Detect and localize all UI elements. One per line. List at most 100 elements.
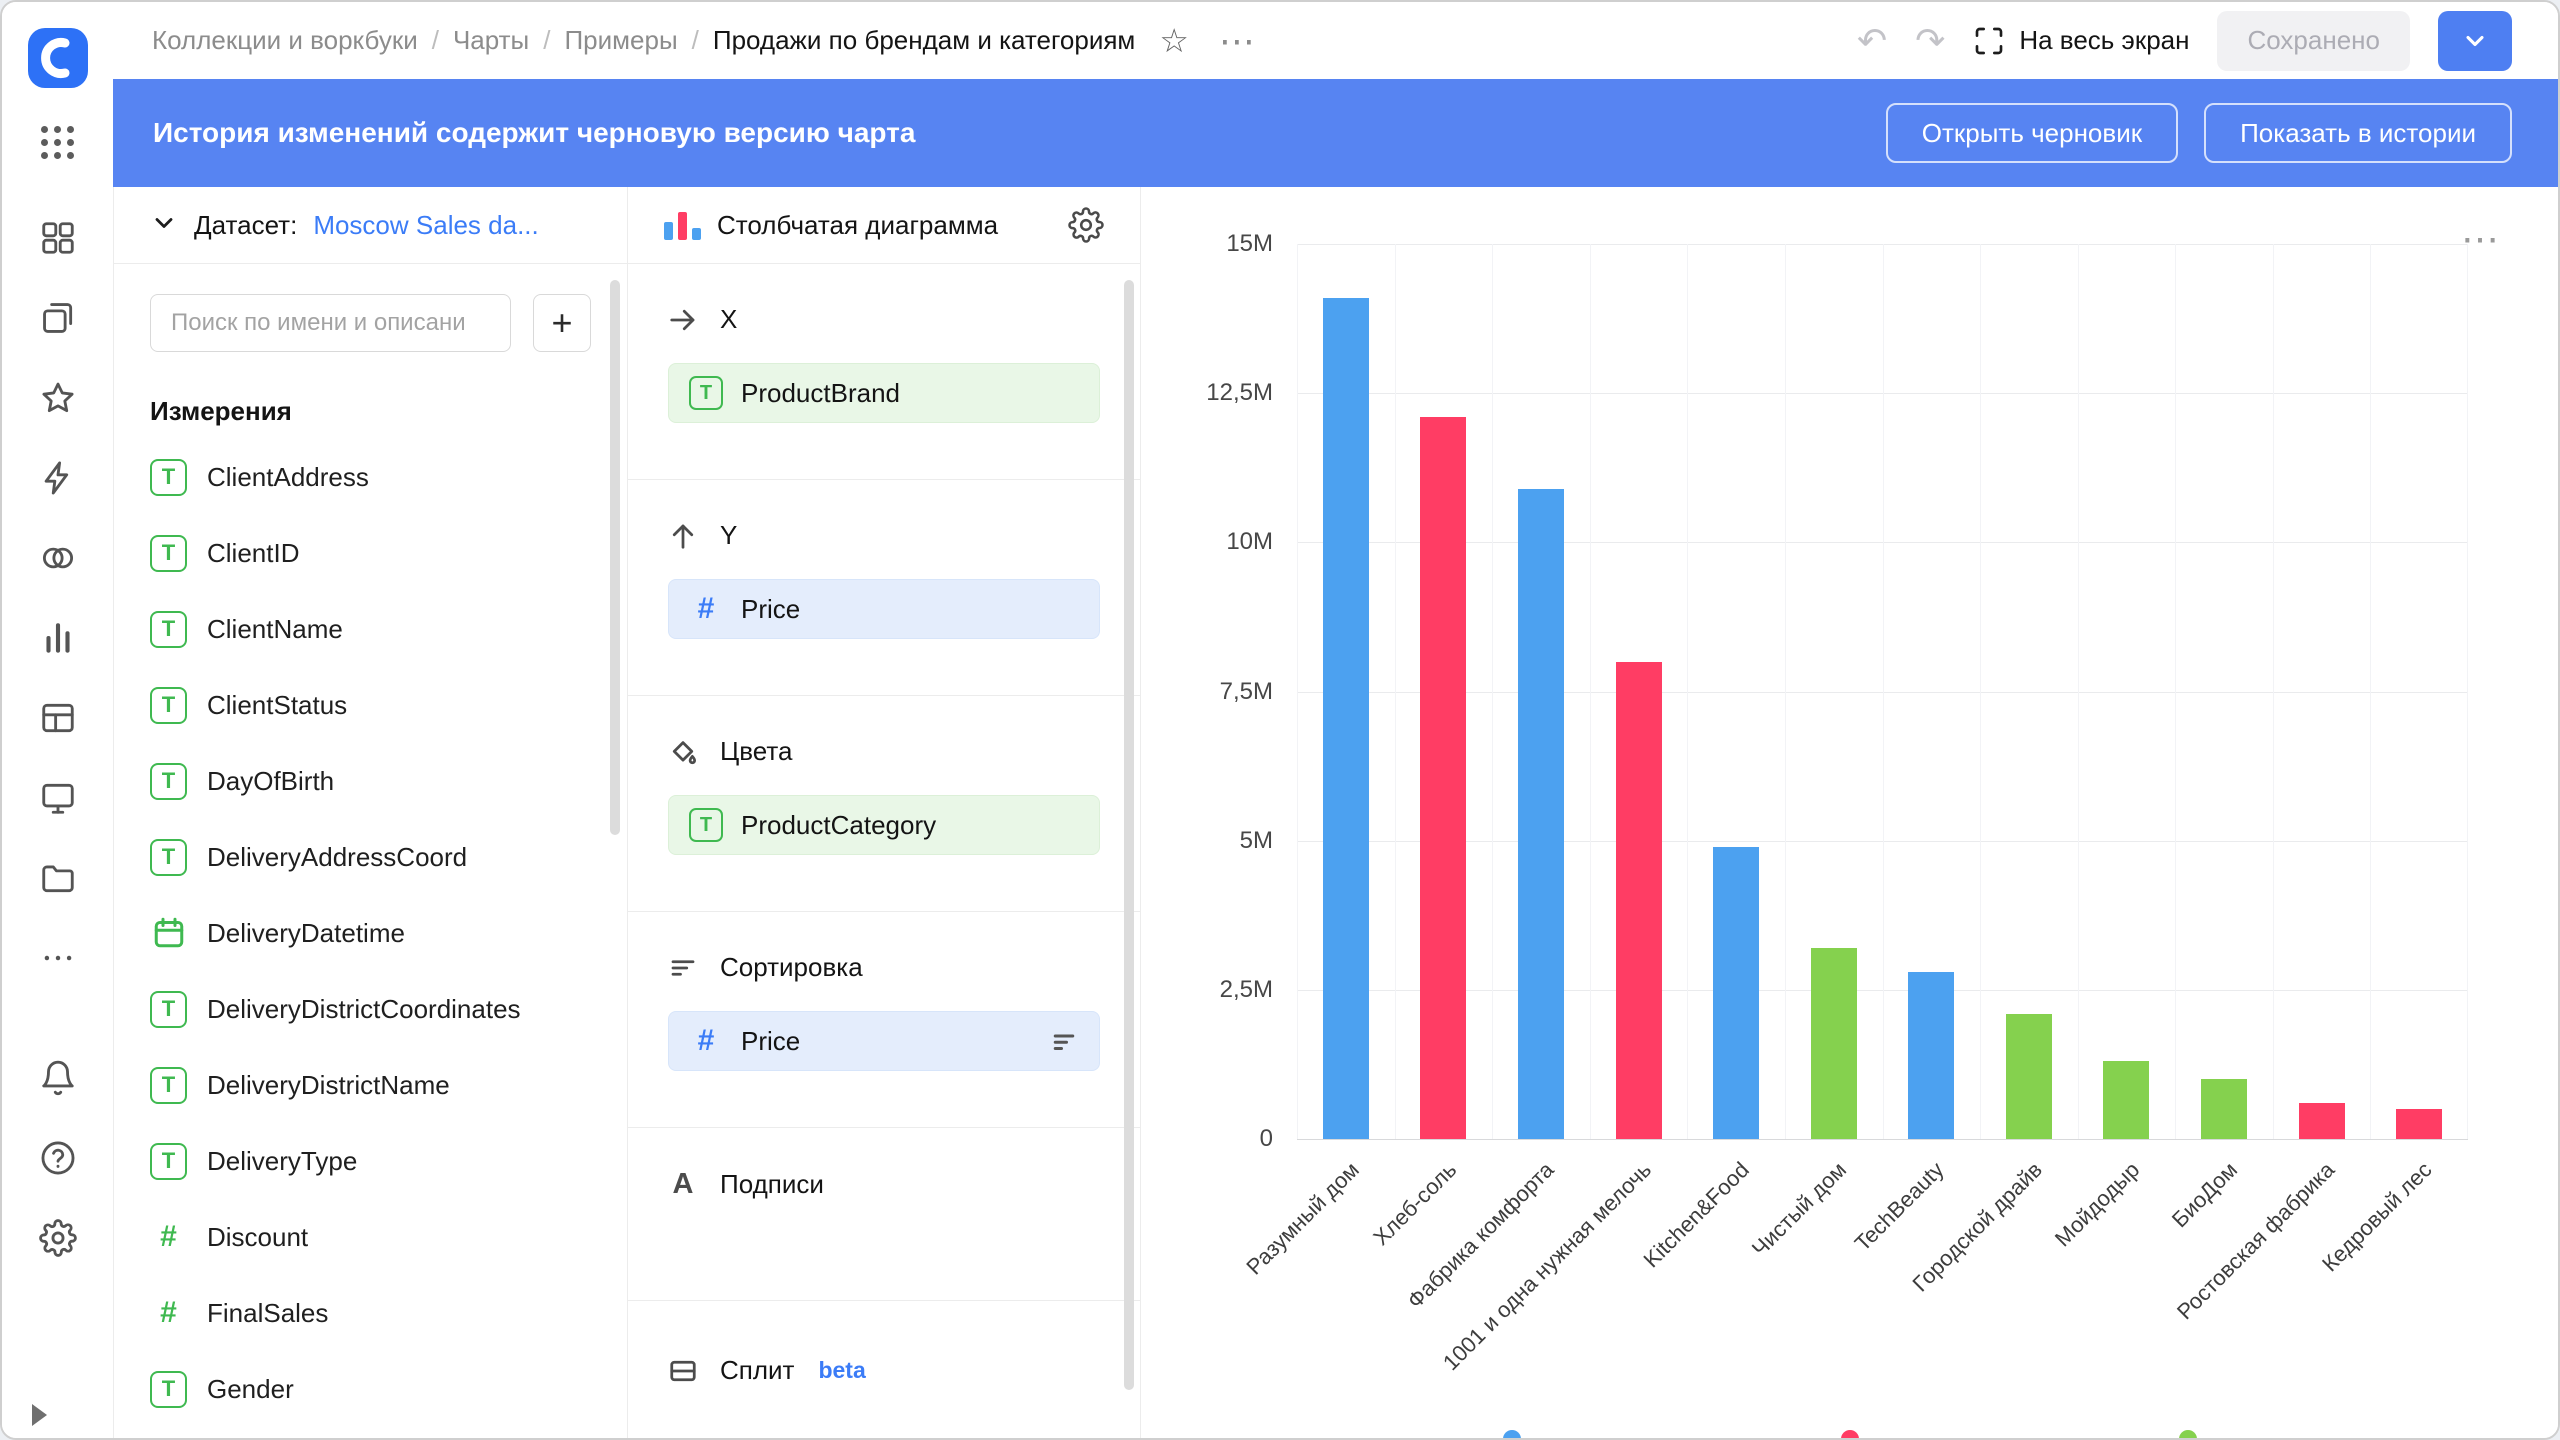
legend-dot[interactable] <box>1841 1430 1859 1438</box>
field-DeliveryAddressCoord[interactable]: TDeliveryAddressCoord <box>150 819 591 895</box>
field-DeliveryType[interactable]: TDeliveryType <box>150 1123 591 1199</box>
datalens-logo[interactable] <box>28 28 88 88</box>
field-ClientID[interactable]: TClientID <box>150 515 591 591</box>
date-type-icon <box>150 915 187 952</box>
breadcrumb-examples[interactable]: Примеры <box>564 25 677 56</box>
x-axis-label: Чистый дом <box>1747 1157 1852 1262</box>
dataset-collapse-chevron-icon[interactable] <box>150 209 178 242</box>
split-section-header: Сплит beta <box>668 1355 1100 1386</box>
bar-1001 и одна нужная мелочь[interactable] <box>1616 662 1662 1139</box>
notifications-icon[interactable] <box>39 1059 77 1097</box>
redo-icon[interactable]: ↷ <box>1915 23 1945 59</box>
connections-icon[interactable] <box>39 539 77 577</box>
number-type-icon: # <box>689 1024 723 1058</box>
field-name: DeliveryAddressCoord <box>207 842 467 873</box>
bar-Чистый дом[interactable] <box>1811 948 1857 1139</box>
sort-direction-icon[interactable] <box>1049 1026 1079 1056</box>
field-ClientStatus[interactable]: TClientStatus <box>150 667 591 743</box>
colors-field-chip[interactable]: T ProductCategory <box>668 795 1100 855</box>
text-type-icon: T <box>150 1371 187 1408</box>
favorite-star-icon[interactable]: ☆ <box>1159 24 1189 57</box>
bar-Хлеб-соль[interactable] <box>1420 417 1466 1139</box>
dataset-panel: Датасет: Moscow Sales da... + Измерения … <box>113 187 628 1438</box>
field-ClientAddress[interactable]: TClientAddress <box>150 439 591 515</box>
split-section: Сплит beta <box>628 1301 1140 1438</box>
field-search-input[interactable] <box>150 294 511 352</box>
field-DeliveryDatetime[interactable]: DeliveryDatetime <box>150 895 591 971</box>
help-icon[interactable] <box>39 1139 77 1177</box>
field-DayOfBirth[interactable]: TDayOfBirth <box>150 743 591 819</box>
bar-Городской драйв[interactable] <box>2006 1014 2052 1139</box>
legend-dot[interactable] <box>1503 1430 1521 1438</box>
files-icon[interactable] <box>39 859 77 897</box>
sort-icon <box>668 953 698 983</box>
sort-label: Сортировка <box>720 952 863 983</box>
dataset-panel-scrollbar[interactable] <box>610 280 620 835</box>
bar-Кедровый лес[interactable] <box>2396 1109 2442 1139</box>
labels-section-header: A Подписи <box>668 1168 1100 1201</box>
v-gridline <box>2078 244 2079 1139</box>
save-dropdown-button[interactable] <box>2438 11 2512 71</box>
colors-section: Цвета T ProductCategory <box>628 696 1140 911</box>
breadcrumb-charts[interactable]: Чарты <box>453 25 529 56</box>
dataset-name-link[interactable]: Moscow Sales da... <box>313 210 538 241</box>
field-name: ClientAddress <box>207 462 369 493</box>
breadcrumb-collections[interactable]: Коллекции и воркбуки <box>152 25 418 56</box>
open-draft-button[interactable]: Открыть черновик <box>1886 103 2178 163</box>
add-field-button[interactable]: + <box>533 294 591 352</box>
bar-БиоДом[interactable] <box>2201 1079 2247 1139</box>
collections-icon[interactable] <box>39 219 77 257</box>
datasets-icon[interactable] <box>39 699 77 737</box>
field-search-row: + <box>150 294 591 352</box>
dataset-panel-body: + Измерения TClientAddressTClientIDTClie… <box>114 264 627 1427</box>
bar-Разумный дом[interactable] <box>1323 298 1369 1139</box>
field-FinalSales[interactable]: # FinalSales <box>150 1275 591 1351</box>
chart-legend <box>1141 1430 2558 1438</box>
sidebar <box>2 2 113 1438</box>
bar-Фабрика комфорта[interactable] <box>1518 489 1564 1139</box>
more-actions-icon[interactable]: ⋯ <box>1219 23 1255 59</box>
charts-icon[interactable] <box>39 619 77 657</box>
field-name: DayOfBirth <box>207 766 334 797</box>
chevron-down-icon <box>2461 27 2489 55</box>
dimension-field-list: TClientAddressTClientIDTClientNameTClien… <box>150 439 591 1427</box>
x-field-chip[interactable]: T ProductBrand <box>668 363 1100 423</box>
bar-Ростовская фабрика[interactable] <box>2299 1103 2345 1139</box>
bar-TechBeauty[interactable] <box>1908 972 1954 1139</box>
y-tick-label: 15M <box>1226 230 1273 258</box>
field-ClientName[interactable]: TClientName <box>150 591 591 667</box>
editor-icon[interactable] <box>39 459 77 497</box>
number-type-icon: # <box>150 1295 187 1332</box>
chart-type-label[interactable]: Столбчатая диаграмма <box>717 210 998 241</box>
sidebar-expand-icon[interactable] <box>32 1404 47 1426</box>
more-nav-icon[interactable] <box>39 939 77 977</box>
apps-menu-icon[interactable] <box>41 126 74 159</box>
y-field-chip[interactable]: # Price <box>668 579 1100 639</box>
x-axis-label: БиоДом <box>2166 1157 2242 1233</box>
field-Gender[interactable]: TGender <box>150 1351 591 1427</box>
column-chart-type-icon[interactable] <box>664 210 701 240</box>
favorites-icon[interactable] <box>39 379 77 417</box>
draft-banner: История изменений содержит черновую верс… <box>113 79 2558 187</box>
workbooks-icon[interactable] <box>39 299 77 337</box>
field-Discount[interactable]: #Discount <box>150 1199 591 1275</box>
chart-settings-gear-icon[interactable] <box>1068 207 1104 243</box>
bar-Kitchen&Food[interactable] <box>1713 847 1759 1139</box>
settings-icon[interactable] <box>39 1219 77 1257</box>
field-name: FinalSales <box>207 1298 328 1329</box>
chart-preview-panel: ⋯ 15M12,5M10M7,5M5M2,5M0 Разумный домХле… <box>1141 187 2558 1438</box>
undo-icon[interactable]: ↶ <box>1857 23 1887 59</box>
field-DeliveryDistrictName[interactable]: TDeliveryDistrictName <box>150 1047 591 1123</box>
settings-panel-scrollbar[interactable] <box>1124 280 1134 1390</box>
sort-field-chip[interactable]: # Price <box>668 1011 1100 1071</box>
text-type-icon: T <box>150 535 187 572</box>
legend-dot[interactable] <box>2179 1430 2197 1438</box>
saved-button[interactable]: Сохранено <box>2217 11 2410 71</box>
colors-field-name: ProductCategory <box>741 810 936 841</box>
dashboards-icon[interactable] <box>39 779 77 817</box>
field-DeliveryDistrictCoordinates[interactable]: TDeliveryDistrictCoordinates <box>150 971 591 1047</box>
text-labels-icon: A <box>668 1168 698 1201</box>
bar-Мойдодыр[interactable] <box>2103 1061 2149 1139</box>
fullscreen-toggle[interactable]: На весь экран <box>1973 25 2189 57</box>
show-history-button[interactable]: Показать в истории <box>2204 103 2512 163</box>
